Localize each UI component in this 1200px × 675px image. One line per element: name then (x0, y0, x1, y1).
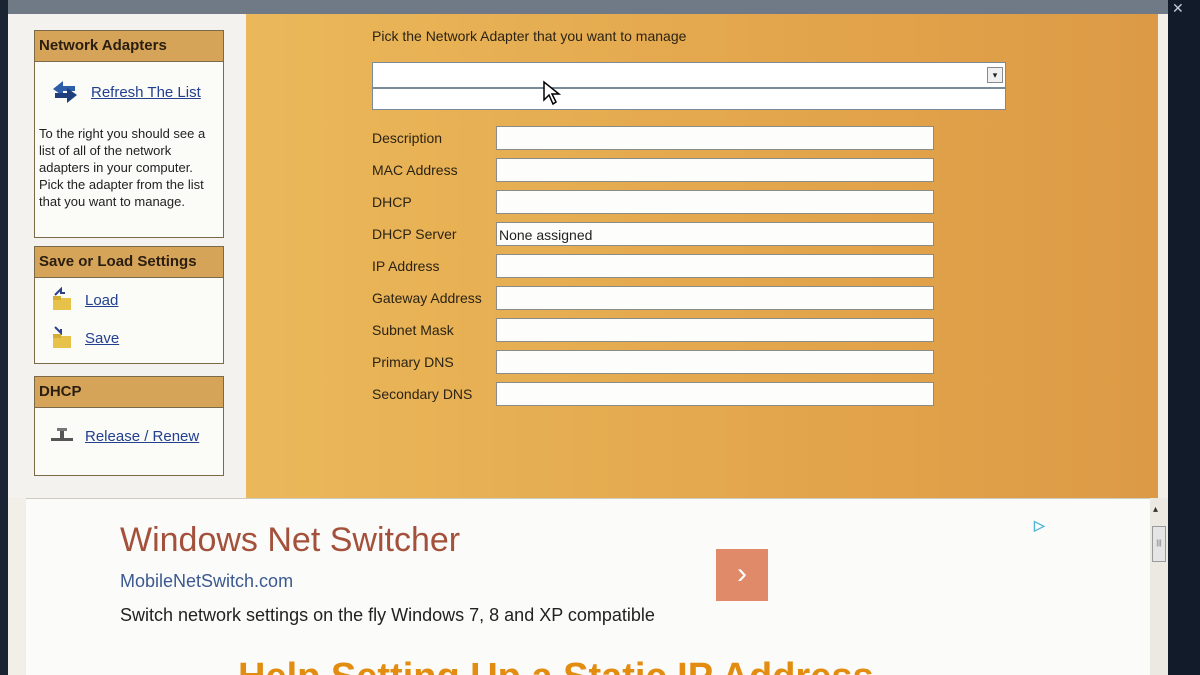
field-label-8: Secondary DNS (372, 386, 473, 402)
field-input-2[interactable] (496, 190, 934, 214)
ad-title[interactable]: Windows Net Switcher (120, 521, 460, 560)
page-scrollbar[interactable]: ▴ ||| (1150, 498, 1168, 675)
load-row[interactable]: Load (49, 287, 118, 313)
field-label-6: Subnet Mask (372, 322, 454, 338)
adapter-details-area: Pick the Network Adapter that you want t… (246, 14, 1158, 498)
adapter-dropdown-list[interactable] (372, 88, 1006, 110)
field-input-6[interactable] (496, 318, 934, 342)
network-adapters-header: Network Adapters (35, 31, 223, 62)
field-label-3: DHCP Server (372, 226, 457, 242)
load-folder-icon (53, 287, 71, 310)
close-icon[interactable]: ✕ (1172, 0, 1184, 17)
adapters-help-text: To the right you should see a list of al… (39, 126, 206, 209)
save-load-panel: Save or Load Settings Load Save (34, 246, 224, 364)
chevron-down-icon[interactable]: ▾ (987, 67, 1003, 83)
field-input-1[interactable] (496, 158, 934, 182)
adapter-select[interactable]: ▾ (372, 62, 1006, 88)
field-input-8[interactable] (496, 382, 934, 406)
field-input-4[interactable] (496, 254, 934, 278)
save-folder-icon (53, 326, 71, 348)
field-label-2: DHCP (372, 194, 412, 210)
screen: Network Adapters Refresh The List To the… (8, 0, 1168, 675)
network-plug-icon (51, 428, 73, 441)
refresh-row[interactable]: Refresh The List (49, 79, 201, 105)
mouse-cursor-icon (543, 80, 562, 106)
scroll-up-icon[interactable]: ▴ (1153, 504, 1158, 515)
ad-url[interactable]: MobileNetSwitch.com (120, 571, 293, 592)
scroll-thumb[interactable]: ||| (1152, 526, 1166, 562)
dhcp-header: DHCP (35, 377, 223, 408)
field-label-0: Description (372, 130, 443, 146)
refresh-arrows-icon (53, 81, 77, 103)
static-ip-heading: Help Setting Up a Static IP Address (238, 657, 874, 675)
advertisement[interactable]: Windows Net Switcher MobileNetSwitch.com… (26, 498, 1150, 675)
save-link[interactable]: Save (85, 330, 119, 347)
window-top-bar (8, 0, 1168, 14)
field-input-5[interactable] (496, 286, 934, 310)
refresh-list-link[interactable]: Refresh The List (91, 84, 201, 101)
release-renew-link[interactable]: Release / Renew (85, 428, 199, 445)
ad-arrow-button[interactable]: › (716, 549, 768, 601)
field-label-5: Gateway Address (372, 290, 482, 306)
sidebar: Network Adapters Refresh The List To the… (8, 14, 246, 498)
field-label-7: Primary DNS (372, 354, 454, 370)
pick-adapter-label: Pick the Network Adapter that you want t… (372, 28, 687, 44)
save-row[interactable]: Save (49, 325, 119, 351)
network-adapters-panel: Network Adapters Refresh The List To the… (34, 30, 224, 238)
dhcp-panel: DHCP Release / Renew (34, 376, 224, 476)
field-input-7[interactable] (496, 350, 934, 374)
field-input-0[interactable] (496, 126, 934, 150)
ad-description: Switch network settings on the fly Windo… (120, 605, 655, 625)
adchoices-icon[interactable]: ▷ (1034, 517, 1045, 534)
load-link[interactable]: Load (85, 292, 118, 309)
monitor-bezel: ✕ (1168, 0, 1200, 675)
field-input-3[interactable]: None assigned (496, 222, 934, 246)
field-label-1: MAC Address (372, 162, 458, 178)
save-load-header: Save or Load Settings (35, 247, 223, 278)
release-renew-row[interactable]: Release / Renew (49, 423, 199, 449)
field-label-4: IP Address (372, 258, 440, 274)
